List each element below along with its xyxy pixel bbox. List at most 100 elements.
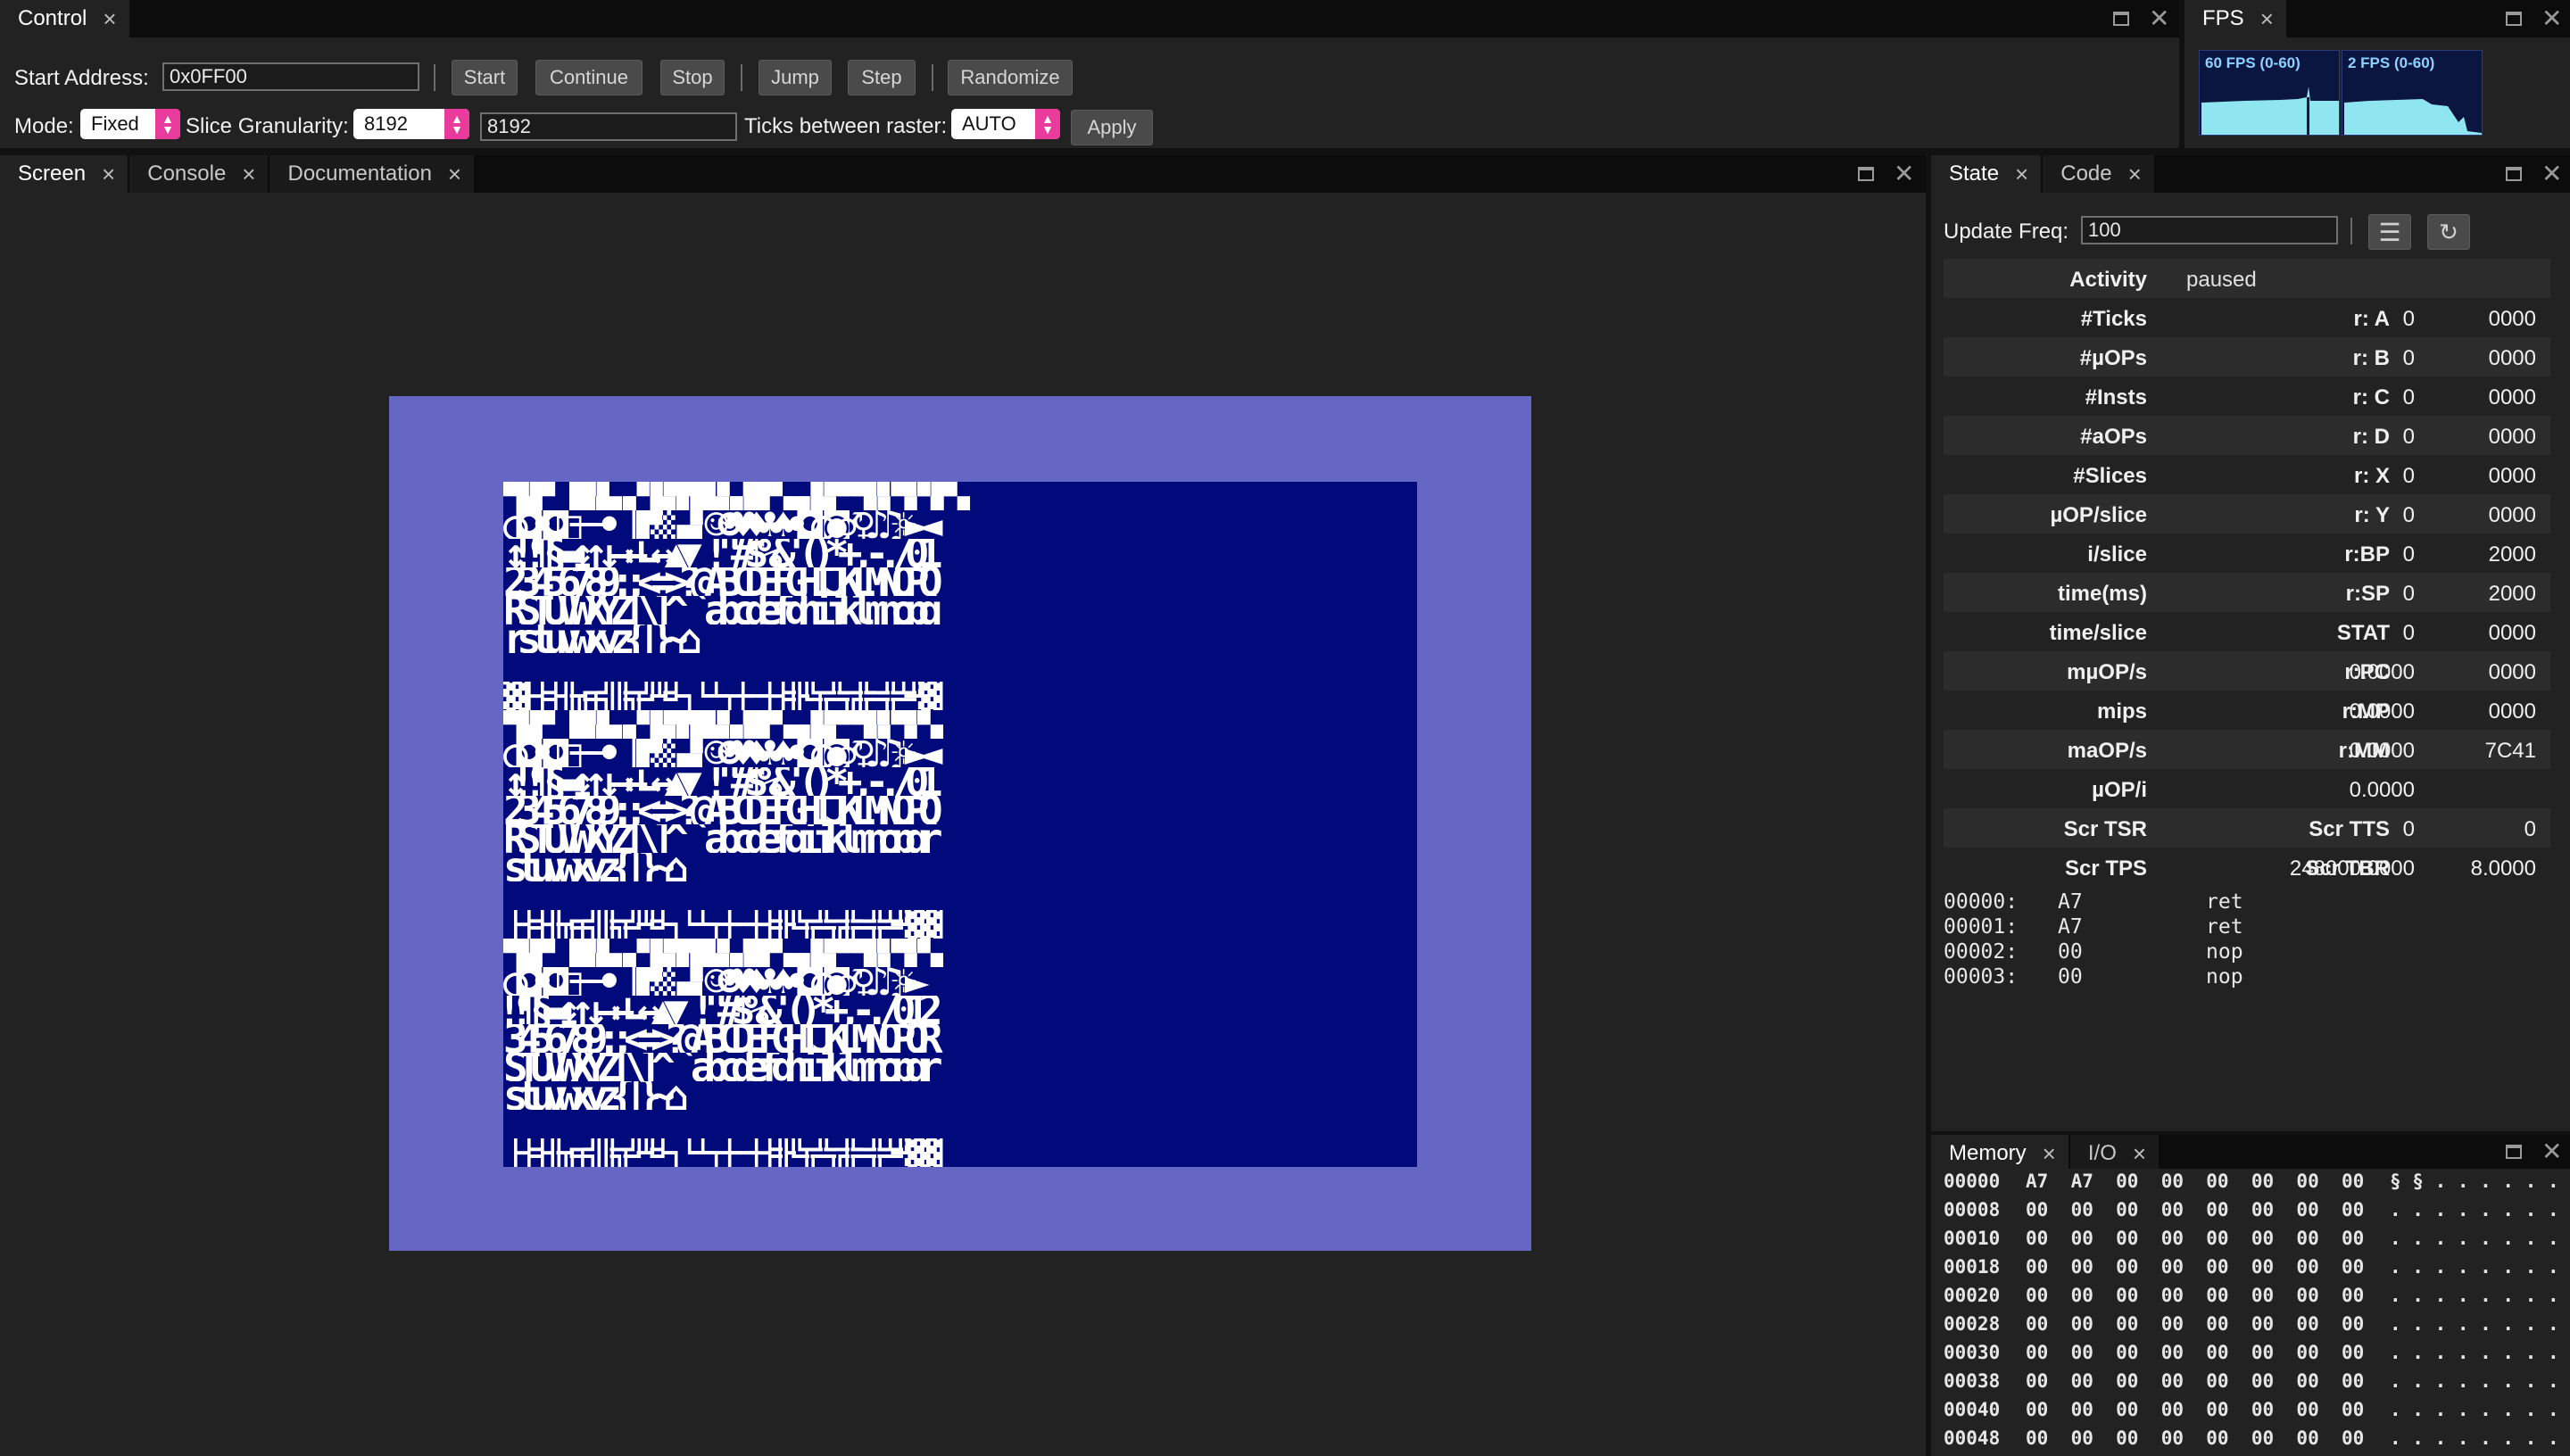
state-metric-value: 0: [2402, 503, 2415, 527]
disasm-byte: 00: [2058, 940, 2083, 964]
tab-documentation[interactable]: Documentation ×: [269, 155, 475, 193]
start-address-label: Start Address:: [14, 66, 149, 90]
memory-ascii: . . . . . . . .: [2390, 1427, 2559, 1449]
register-label: r: D: [2352, 425, 2390, 449]
disasm-address: 00002:: [1944, 940, 2019, 964]
screen-text-line: STUVWXYZ[\]^_`abcdefghijklmnopqr: [503, 1053, 943, 1081]
close-icon[interactable]: ✕: [2541, 6, 2562, 31]
stop-button[interactable]: Stop: [660, 60, 725, 95]
control-panel: Start Address: 0x0FF00 Start Continue St…: [0, 37, 2179, 148]
screen-text-line: [503, 1110, 1417, 1138]
close-icon[interactable]: ✕: [1894, 161, 1914, 186]
tab-state[interactable]: State ×: [1931, 155, 2042, 193]
tab-io[interactable]: I/O ×: [2069, 1135, 2160, 1172]
state-metric-value: 0: [2402, 307, 2415, 331]
close-icon[interactable]: ✕: [2541, 161, 2562, 186]
start-address-input[interactable]: 0x0FF00: [162, 62, 419, 91]
slice-granularity-value: 8192: [364, 112, 408, 135]
state-metric-label: #Slices: [2073, 464, 2147, 488]
step-button[interactable]: Step: [848, 60, 916, 95]
register-value: 7C41: [2484, 739, 2536, 763]
close-icon[interactable]: ×: [2015, 162, 2028, 186]
tab-control[interactable]: Control ×: [0, 0, 129, 37]
state-row: #aOPs 0 r: D 0000: [1944, 416, 2550, 455]
memory-address: 00018: [1944, 1256, 2001, 1278]
memory-ascii: . . . . . . . .: [2390, 1399, 2559, 1420]
state-row: Scr TPS 248000.0000 Scr TBR 8.0000: [1944, 848, 2550, 887]
maximize-icon[interactable]: [2113, 12, 2129, 26]
maximize-icon[interactable]: [2506, 1145, 2522, 1159]
close-icon[interactable]: ✕: [2149, 6, 2169, 31]
disasm-opcode: nop: [2206, 940, 2243, 964]
ticks-between-raster-label: Ticks between raster:: [744, 114, 948, 138]
memory-ascii: . . . . . . . .: [2390, 1256, 2559, 1278]
memory-bytes: 00 00 00 00 00 00 00 00: [2026, 1370, 2365, 1392]
refresh-icon: ↻: [2439, 218, 2458, 245]
maximize-icon[interactable]: [2506, 167, 2522, 181]
state-metric-value: 0: [2402, 385, 2415, 410]
mode-select-value: Fixed: [91, 112, 139, 135]
state-metric-label: Scr TSR: [2063, 817, 2147, 841]
maximize-icon[interactable]: [1858, 167, 1874, 181]
separator: [434, 64, 435, 91]
tab-console[interactable]: Console ×: [129, 155, 269, 193]
memory-address: 00020: [1944, 1285, 2001, 1306]
close-icon[interactable]: ✕: [2541, 1139, 2562, 1164]
close-icon[interactable]: ×: [448, 162, 461, 186]
list-view-button[interactable]: ☰: [2368, 214, 2411, 250]
randomize-button[interactable]: Randomize: [948, 60, 1073, 95]
close-icon[interactable]: ×: [102, 162, 115, 186]
register-value: 0000: [2488, 346, 2536, 370]
state-metric-label: mips: [2096, 699, 2147, 724]
register-label: r: B: [2352, 346, 2390, 370]
register-value: 0000: [2488, 503, 2536, 527]
register-label: r: Y: [2354, 503, 2390, 527]
screen-text-line: ○◘•◘□──•▕▐▛▒▁▄▘☺☻♥♦♣♠•◘○◙♂♀♪♫☼►: [503, 967, 930, 996]
screen-text-line: RSTUVWXYZ[\]^_`abcdefgijklmnopqr: [503, 824, 943, 853]
tab-memory[interactable]: Memory ×: [1931, 1135, 2068, 1172]
state-metric-value: 0: [2402, 425, 2415, 449]
jump-button[interactable]: Jump: [759, 60, 832, 95]
fps-graph-2: 2 FPS (0-60): [2342, 50, 2483, 136]
refresh-button[interactable]: ↻: [2427, 214, 2470, 250]
state-metric-value: 0: [2402, 582, 2415, 606]
tab-console-label: Console: [147, 161, 227, 186]
disasm-byte: A7: [2058, 915, 2083, 939]
fps-panel: 60 FPS (0-60) 2 FPS (0-60): [2184, 37, 2570, 148]
tab-screen[interactable]: Screen ×: [0, 155, 128, 193]
tab-fps[interactable]: FPS ×: [2184, 0, 2286, 37]
register-label: STAT: [2336, 621, 2390, 645]
maximize-icon[interactable]: [2506, 12, 2522, 26]
apply-button[interactable]: Apply: [1071, 110, 1153, 145]
disasm-opcode: ret: [2206, 915, 2243, 939]
mode-select[interactable]: Fixed ▲ ▼: [80, 109, 180, 139]
close-icon[interactable]: ×: [103, 7, 116, 30]
close-icon[interactable]: ×: [2043, 1142, 2056, 1165]
memory-address: 00028: [1944, 1313, 2001, 1335]
ticks-between-raster-value: AUTO: [962, 112, 1016, 135]
ticks-between-raster-select[interactable]: AUTO ▲ ▼: [951, 109, 1060, 139]
close-icon[interactable]: ×: [2260, 7, 2274, 30]
close-icon[interactable]: ×: [2133, 1142, 2146, 1165]
continue-button[interactable]: Continue: [535, 60, 642, 95]
register-value: 8.0000: [2470, 856, 2536, 881]
state-row: mips 0.0000 r:MP 0000: [1944, 691, 2550, 730]
start-button[interactable]: Start: [452, 60, 518, 95]
separator: [932, 64, 933, 91]
memory-bytes: 00 00 00 00 00 00 00 00: [2026, 1313, 2365, 1335]
register-value: 0000: [2488, 307, 2536, 331]
slice-granularity-input[interactable]: 8192: [480, 112, 737, 141]
memory-bytes: 00 00 00 00 00 00 00 00: [2026, 1427, 2365, 1449]
fps-window-buttons: ✕: [2506, 0, 2562, 37]
memory-address: 00038: [1944, 1370, 2001, 1392]
memory-ascii: § § . . . . . .: [2390, 1171, 2559, 1192]
close-icon[interactable]: ×: [2128, 162, 2142, 186]
control-window-buttons: ✕: [2113, 0, 2169, 37]
tab-code[interactable]: Code ×: [2043, 155, 2154, 193]
update-freq-input[interactable]: 100: [2081, 216, 2338, 244]
register-value: 0000: [2488, 385, 2536, 410]
slice-granularity-select[interactable]: 8192 ▲ ▼: [353, 109, 469, 139]
register-value: 2000: [2488, 542, 2536, 567]
close-icon[interactable]: ×: [242, 162, 255, 186]
screen-text-line: │┤╡╢╖╕╣║╗╝╜╛┐└┴┬├─┼╞╟╚╔╩╦╠═╬╧╨▓▓: [503, 910, 943, 939]
